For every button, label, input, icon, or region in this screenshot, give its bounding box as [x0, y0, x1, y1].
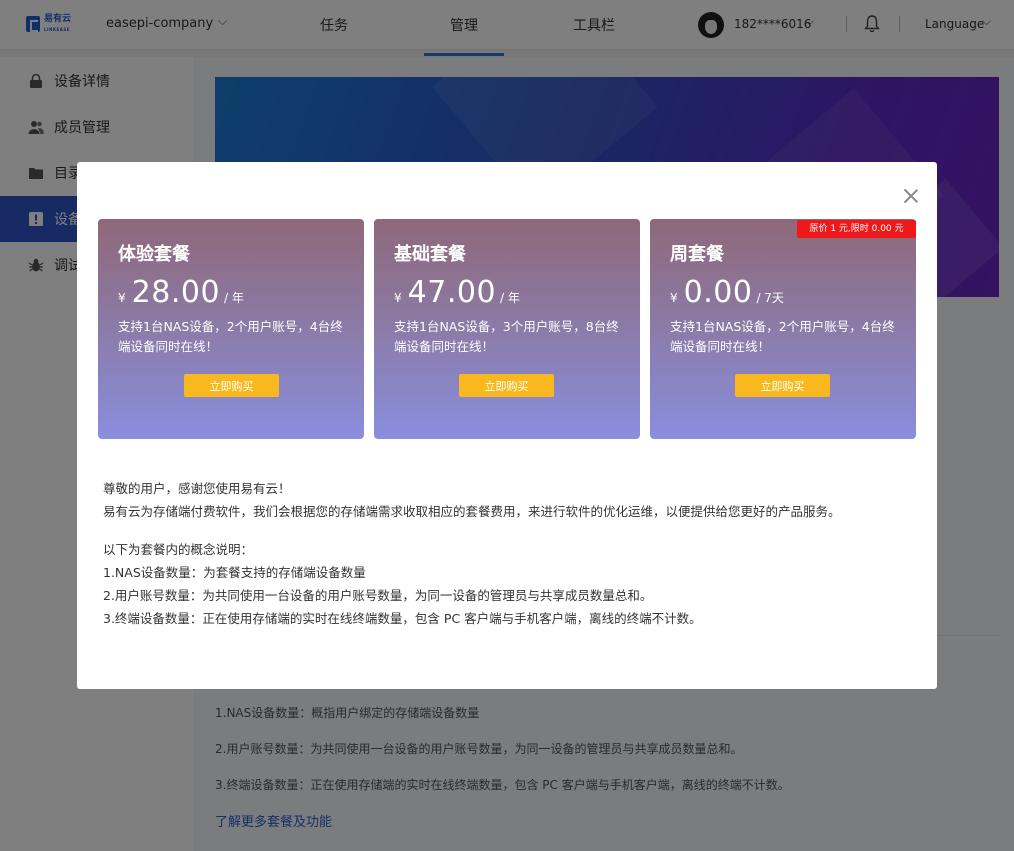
plan-price: ¥ 47.00 / 年 [394, 275, 520, 310]
price-unit: / 年 [500, 291, 520, 305]
buy-button[interactable]: 立即购买 [735, 374, 830, 397]
close-icon[interactable] [903, 188, 919, 204]
plan-card-weekly: 原价 1 元,限时 0.00 元 周套餐 ¥ 0.00 / 7天 支持1台NAS… [650, 219, 916, 439]
price-amount: 0.00 [683, 275, 753, 310]
buy-button[interactable]: 立即购买 [184, 374, 279, 397]
plan-price: ¥ 28.00 / 年 [118, 275, 244, 310]
plan-title: 体验套餐 [118, 244, 190, 265]
intro-text: 易有云为存储端付费软件，我们会根据您的存储端需求收取相应的套餐费用，来进行软件的… [103, 504, 841, 519]
plan-title: 基础套餐 [394, 244, 466, 265]
concept-line: 1.NAS设备数量：为套餐支持的存储端设备数量 [103, 565, 366, 580]
plan-card-trial: 体验套餐 ¥ 28.00 / 年 支持1台NAS设备，2个用户账号，4台终端设备… [98, 219, 364, 439]
buy-button[interactable]: 立即购买 [459, 374, 554, 397]
plan-description: 支持1台NAS设备，2个用户账号，4台终端设备同时在线！ [670, 319, 895, 354]
concept-line: 3.终端设备数量：正在使用存储端的实时在线终端数量，包含 PC 客户端与手机客户… [103, 611, 702, 626]
plans-modal: 体验套餐 ¥ 28.00 / 年 支持1台NAS设备，2个用户账号，4台终端设备… [77, 162, 937, 689]
plan-price: ¥ 0.00 / 7天 [670, 275, 784, 310]
greeting-text: 尊敬的用户，感谢您使用易有云！ [103, 481, 291, 496]
plan-card-basic: 基础套餐 ¥ 47.00 / 年 支持1台NAS设备，3个用户账号，8台终端设备… [374, 219, 640, 439]
currency-symbol: ¥ [118, 291, 126, 305]
price-amount: 28.00 [131, 275, 221, 310]
plan-description: 支持1台NAS设备，2个用户账号，4台终端设备同时在线！ [118, 319, 343, 354]
promo-badge: 原价 1 元,限时 0.00 元 [797, 220, 916, 238]
plan-title: 周套餐 [670, 244, 724, 265]
currency-symbol: ¥ [394, 291, 402, 305]
concept-title: 以下为套餐内的概念说明： [103, 542, 254, 557]
concept-line: 2.用户账号数量：为共同使用一台设备的用户账号数量，为同一设备的管理员与共享成员… [103, 588, 653, 603]
plan-description: 支持1台NAS设备，3个用户账号，8台终端设备同时在线！ [394, 319, 619, 354]
price-unit: / 年 [224, 291, 244, 305]
price-amount: 47.00 [407, 275, 497, 310]
price-unit: / 7天 [756, 291, 784, 305]
currency-symbol: ¥ [670, 291, 678, 305]
